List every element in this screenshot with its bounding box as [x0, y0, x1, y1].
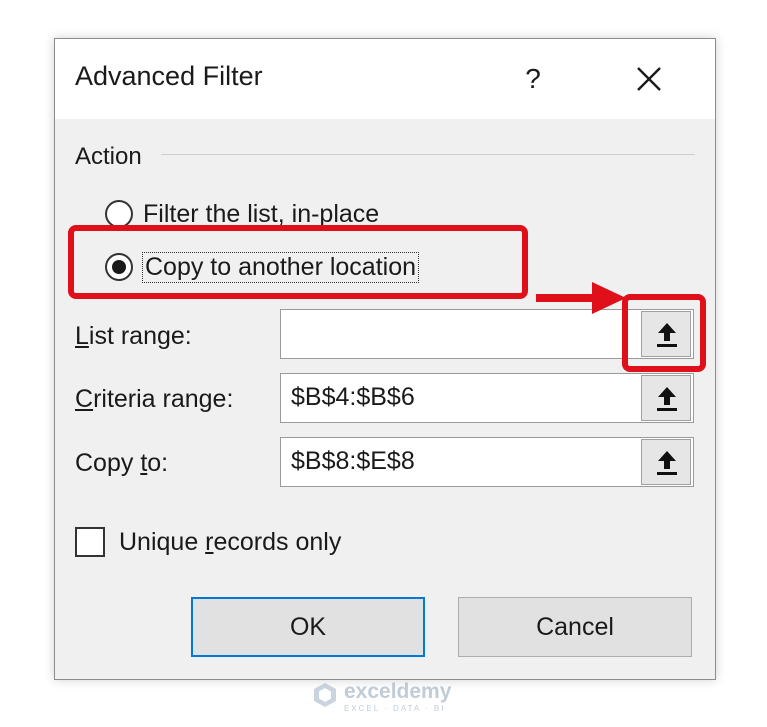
highlight-copy-option	[68, 225, 528, 299]
exceldemy-logo-icon	[314, 683, 336, 707]
ok-button[interactable]: OK	[191, 597, 425, 657]
advanced-filter-dialog: Advanced Filter ? Action Filter the list…	[54, 38, 716, 680]
copy-to-value: $B$8:$E$8	[291, 447, 415, 475]
list-range-label: List range:	[75, 322, 192, 350]
exceldemy-watermark: exceldemy EXCEL · DATA · BI	[312, 678, 462, 718]
unique-records-label: Unique records only	[119, 527, 342, 556]
cancel-button[interactable]: Cancel	[458, 597, 692, 657]
copy-to-label: Copy to:	[75, 449, 169, 477]
criteria-range-value: $B$4:$B$6	[291, 383, 415, 411]
watermark-tagline: EXCEL · DATA · BI	[344, 704, 446, 713]
dialog-title: Advanced Filter	[75, 61, 263, 91]
title-bar: Advanced Filter ?	[55, 39, 715, 119]
action-group-divider	[161, 154, 695, 155]
copy-to-picker-button[interactable]	[641, 439, 691, 485]
unique-records-option[interactable]: Unique records only	[75, 527, 341, 557]
highlight-list-range-picker	[622, 294, 706, 372]
watermark-name: exceldemy	[344, 680, 452, 703]
copy-to-input[interactable]: $B$8:$E$8	[280, 437, 694, 487]
collapse-dialog-arrow-icon	[657, 451, 677, 475]
annotation-arrow-icon	[536, 282, 626, 314]
criteria-range-input[interactable]: $B$4:$B$6	[280, 373, 694, 423]
radio-button[interactable]	[105, 200, 133, 228]
unique-records-checkbox[interactable]	[75, 527, 105, 557]
action-group-label: Action	[75, 143, 142, 170]
collapse-dialog-arrow-icon	[657, 387, 677, 411]
help-button[interactable]: ?	[515, 59, 551, 99]
close-button[interactable]	[629, 59, 669, 99]
criteria-range-picker-button[interactable]	[641, 375, 691, 421]
close-icon	[637, 67, 661, 91]
criteria-range-label: Criteria range:	[75, 385, 234, 413]
